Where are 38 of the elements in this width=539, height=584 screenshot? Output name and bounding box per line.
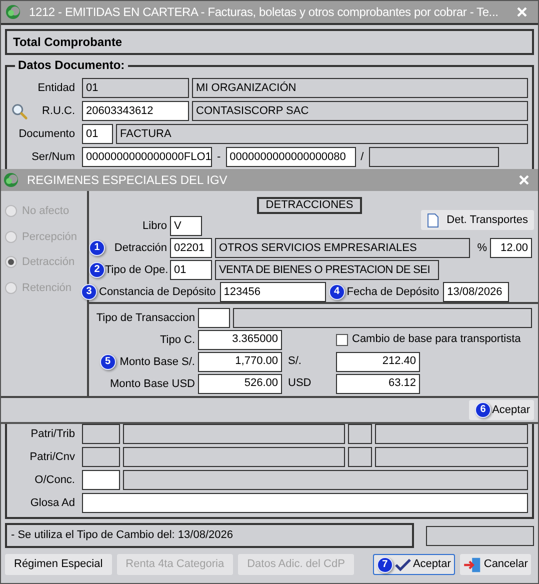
dialog-title: REGIMENES ESPECIALES DEL IGV [27,172,228,189]
field-label: Patri/Trib [30,427,75,441]
field-label: Glosa Ad [30,496,75,510]
radio-label: Retención [22,280,72,296]
field-label: Monto Base USD [110,376,195,390]
field-label: Tipo de Transaccion [95,310,195,324]
separator-text: - [216,150,222,165]
window-title: 1212 - EMITIDAS EN CARTERA - Facturas, boletas y otros comprobantes por cobrar - Te... [29,4,498,21]
number-badge: 3 [81,284,97,300]
field-label: Detracción [114,241,167,255]
currency-label: S/. [287,354,302,370]
currency-label: USD [287,376,312,392]
number-badge: 6 [475,402,492,418]
radio-label: Percepción [22,230,78,244]
status-message: - Se utiliza el Tipo de Cambio del: 13/08/2026 [11,528,233,544]
field-label: O/Conc. [34,473,75,487]
number-badge: 5 [100,354,116,370]
number-badge: 4 [328,284,345,300]
radio-label: No afecto [22,204,70,219]
field-label: Tipo de Ope. [105,263,168,277]
field-label: Fecha de Depósito [346,285,440,299]
field-label: Libro [142,219,167,233]
number-badge: 1 [89,240,105,256]
field-label: Tipo C. [158,332,195,346]
panel-title: Total Comprobante [13,34,122,51]
field-label: % [476,241,487,255]
separator-text: / [360,150,365,165]
field-label: Constancia de Depósito [99,285,216,299]
number-badge: 2 [89,262,105,278]
field-label: Patri/Cnv [30,450,75,464]
field-label: Ser/Num [32,150,75,164]
number-badge: 7 [376,556,393,572]
field-label: Monto Base S/. [120,354,195,368]
radio-label: Detracción [22,255,75,270]
field-label: Entidad [38,81,75,95]
field-label: Documento [18,127,75,141]
field-label: R.U.C. [42,104,75,118]
section-title: DETRACCIONES [256,197,362,214]
